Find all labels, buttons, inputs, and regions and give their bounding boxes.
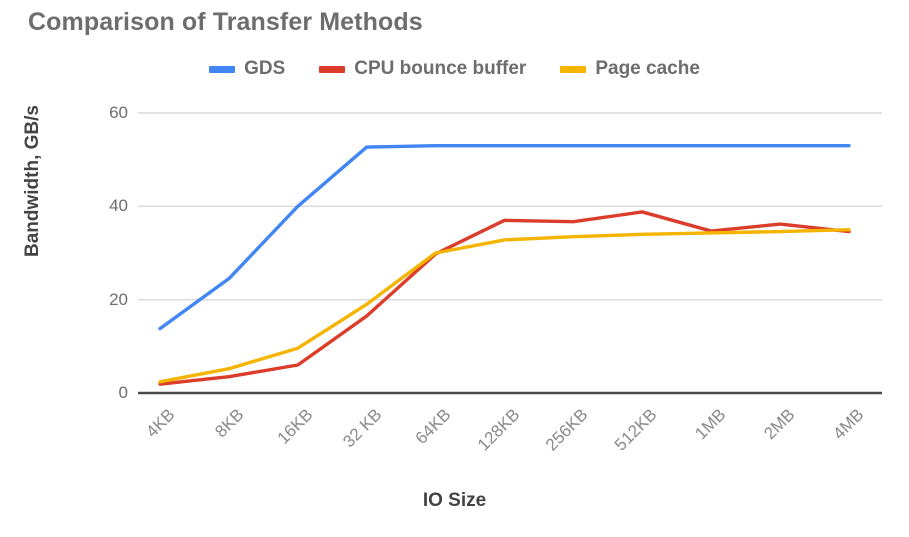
series-line[interactable] — [158, 143, 851, 331]
y-tick-label: 60 — [109, 103, 128, 122]
series-line[interactable] — [158, 227, 851, 384]
chart-container: Comparison of Transfer Methods GDS CPU bo… — [0, 0, 909, 537]
gridlines — [138, 112, 882, 395]
y-tick-label: 0 — [118, 383, 128, 402]
plot-area: Bandwidth, GB/s IO Size 0 20 40 60 4KB 8KB 16… — [0, 0, 909, 537]
y-tick-label: 40 — [109, 196, 128, 216]
series-lines — [158, 143, 851, 386]
y-tick-label: 20 — [109, 289, 128, 309]
